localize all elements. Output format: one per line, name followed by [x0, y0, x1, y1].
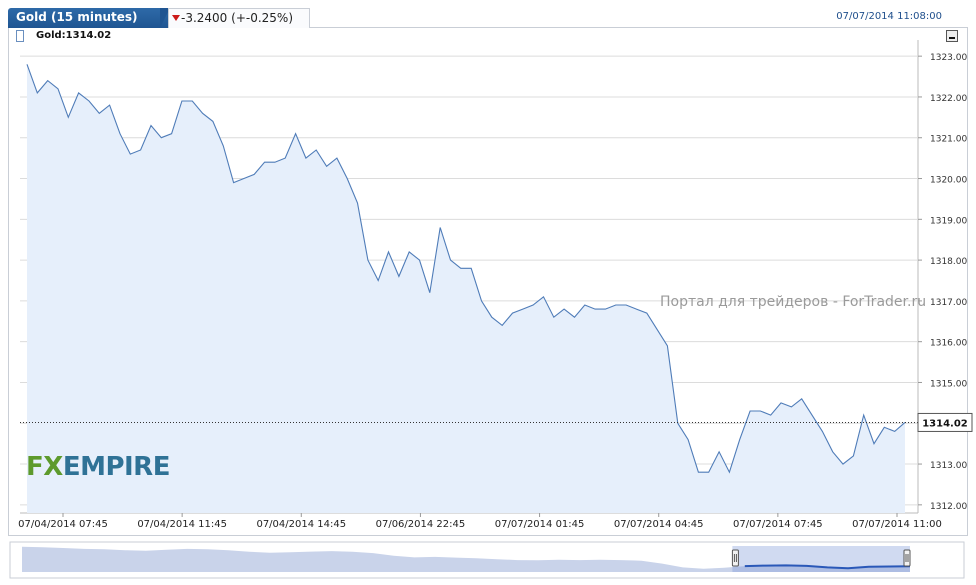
- fxempire-logo: FXEMPIRE: [26, 452, 170, 482]
- price-change-text: -3.2400 (+-0.25%): [181, 11, 294, 25]
- navigator-frame[interactable]: [9, 541, 965, 579]
- navigator-right-handle[interactable]: [903, 549, 911, 567]
- current-datetime: 07/07/2014 11:08:00: [836, 11, 942, 22]
- minimize-icon[interactable]: [946, 30, 958, 42]
- navigator-left-handle[interactable]: [731, 549, 739, 567]
- navigator-area: [22, 546, 910, 572]
- instrument-tab[interactable]: Gold (15 minutes): [8, 8, 168, 28]
- series-swatch-icon[interactable]: [16, 30, 24, 42]
- legend-label: Gold:1314.02: [36, 30, 112, 41]
- watermark-text: Портал для трейдеров - ForTrader.ru: [660, 294, 927, 310]
- instrument-tab-label: Gold (15 minutes): [16, 10, 138, 24]
- triangle-down-icon: [172, 15, 180, 21]
- navigator-selected-line: [744, 564, 911, 570]
- navigator-selection[interactable]: [732, 546, 910, 572]
- price-change-box: -3.2400 (+-0.25%): [168, 8, 310, 28]
